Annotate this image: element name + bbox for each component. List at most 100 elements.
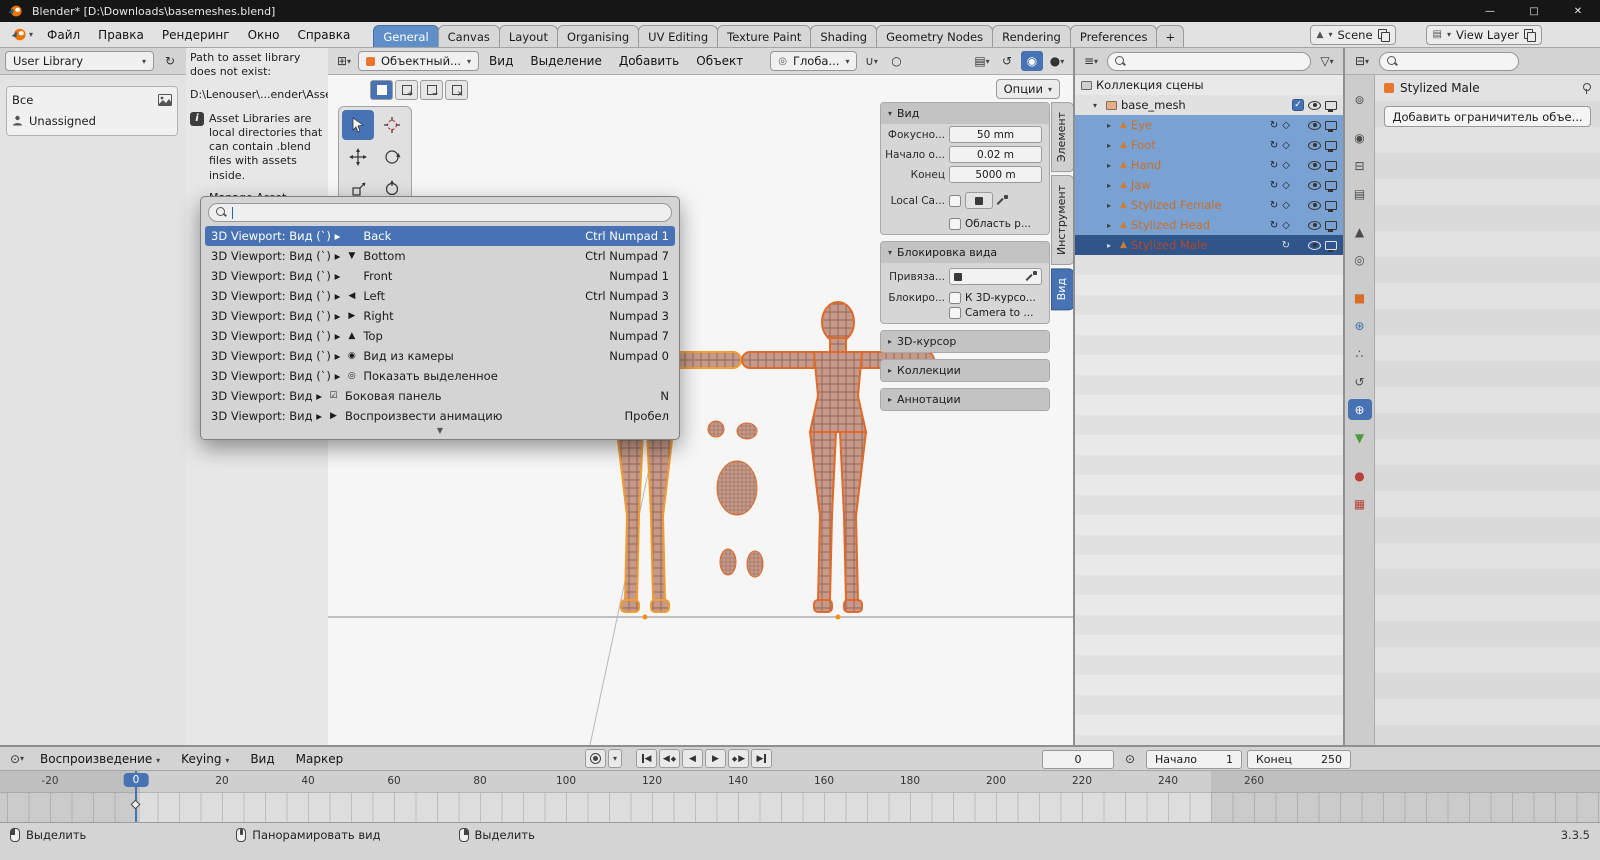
local-camera-checkbox[interactable] bbox=[949, 194, 961, 207]
clip-end-field[interactable]: 5000 m bbox=[949, 166, 1042, 183]
menu-edit[interactable]: Правка bbox=[89, 25, 153, 45]
workspace-tab-texture-paint[interactable]: Texture Paint bbox=[717, 25, 812, 47]
add-workspace-button[interactable]: + bbox=[1156, 25, 1185, 47]
eyedropper-icon[interactable] bbox=[1026, 271, 1037, 282]
auto-keying-button[interactable] bbox=[585, 749, 606, 768]
outliner-object-row-stylized-male[interactable]: ▸ ▲ Stylized Male ↻ bbox=[1075, 235, 1343, 255]
view-layer-selector[interactable]: ▤ ▾ View Layer bbox=[1425, 24, 1542, 45]
expand-icon[interactable]: ▸ bbox=[1107, 141, 1116, 150]
keying-set-dropdown[interactable]: ▾ bbox=[608, 749, 622, 768]
search-result-back[interactable]: 3D Viewport: Вид (`) ▸ Back Ctrl Numpad … bbox=[205, 226, 675, 246]
camera-to-view-checkbox[interactable] bbox=[949, 307, 961, 319]
mesh-foot[interactable] bbox=[746, 550, 764, 578]
scene-selector[interactable]: ▲ ▾ Scene bbox=[1309, 24, 1396, 45]
panel-3d-cursor-header[interactable]: ▸ 3D-курсор bbox=[881, 331, 1049, 352]
outliner-object-row-stylized-female[interactable]: ▸ ▲ Stylized Female ↻ ◇ bbox=[1075, 195, 1343, 215]
viewport-menu-add[interactable]: Добавить bbox=[612, 51, 686, 71]
frame-start-field[interactable]: Начало 1 bbox=[1146, 749, 1242, 769]
panel-annotations-header[interactable]: ▸ Аннотации bbox=[881, 389, 1049, 410]
expand-icon[interactable]: ▸ bbox=[1107, 181, 1116, 190]
hide-in-viewport-icon[interactable] bbox=[1308, 200, 1321, 210]
properties-tab-physics[interactable]: ↺ bbox=[1348, 371, 1372, 392]
search-result-bottom[interactable]: 3D Viewport: Вид (`) ▸ ▼ Bottom Ctrl Num… bbox=[203, 246, 677, 266]
search-result-play-animation[interactable]: 3D Viewport: Вид ▸ ▶ Воспроизвести анима… bbox=[203, 406, 677, 426]
properties-tab-object[interactable]: ■ bbox=[1348, 287, 1372, 308]
disable-in-viewports-icon[interactable] bbox=[1325, 220, 1337, 232]
timeline-body[interactable]: -20 0 20 40 60 80 100 120 140 160 180 20… bbox=[0, 771, 1600, 823]
catalog-item-unassigned[interactable]: Unassigned bbox=[12, 110, 172, 131]
mesh-jaw[interactable] bbox=[736, 422, 758, 440]
workspace-tab-uv-editing[interactable]: UV Editing bbox=[638, 25, 719, 47]
sidebar-tab-view[interactable]: Вид bbox=[1051, 268, 1073, 311]
playback-menu[interactable]: Воспроизведение ▾ bbox=[31, 749, 169, 769]
outliner-object-row-hand[interactable]: ▸ ▲ Hand ↻ ◇ bbox=[1075, 155, 1343, 175]
menu-help[interactable]: Справка bbox=[288, 25, 359, 45]
panel-view-header[interactable]: ▾ Вид bbox=[881, 103, 1049, 124]
select-mode-subtract-button[interactable] bbox=[420, 80, 443, 100]
options-dropdown[interactable]: Опции ▾ bbox=[995, 79, 1060, 99]
play-reverse-button[interactable]: ◀ bbox=[682, 749, 703, 768]
popup-search-input[interactable] bbox=[237, 206, 664, 219]
expand-icon[interactable]: ▾ bbox=[1093, 101, 1102, 110]
sidebar-tab-tool[interactable]: Инструмент bbox=[1051, 175, 1073, 266]
properties-tab-world[interactable]: ◎ bbox=[1348, 249, 1372, 270]
preview-range-clock-icon[interactable]: ⊙ bbox=[1119, 749, 1141, 769]
mesh-eye[interactable] bbox=[707, 420, 725, 438]
properties-search[interactable] bbox=[1379, 51, 1519, 71]
mesh-stylized-head[interactable] bbox=[716, 460, 758, 516]
workspace-tab-shading[interactable]: Shading bbox=[810, 25, 878, 47]
xray-toggle-icon[interactable]: ◉ bbox=[1021, 51, 1043, 71]
outliner-search[interactable] bbox=[1107, 51, 1311, 71]
mode-select[interactable]: Объектный... ▾ bbox=[358, 51, 480, 71]
catalog-item-all[interactable]: Все bbox=[12, 89, 172, 110]
search-result-frame-selected[interactable]: 3D Viewport: Вид (`) ▸ ◎ Показать выделе… bbox=[203, 366, 677, 386]
maximize-button[interactable]: □ bbox=[1512, 0, 1556, 22]
search-result-sidebar[interactable]: 3D Viewport: Вид ▸ ☑ Боковая панель N bbox=[203, 386, 677, 406]
render-region-checkbox[interactable] bbox=[949, 218, 961, 230]
next-keyframe-button[interactable]: ◆ ▶ bbox=[728, 749, 749, 768]
outliner-object-row-foot[interactable]: ▸ ▲ Foot ↻ ◇ bbox=[1075, 135, 1343, 155]
outliner-object-row-eye[interactable]: ▸ ▲ Eye ↻ ◇ bbox=[1075, 115, 1343, 135]
select-mode-extend-button[interactable] bbox=[395, 80, 418, 100]
workspace-tab-canvas[interactable]: Canvas bbox=[437, 25, 500, 47]
editor-type-button[interactable]: ⊙ ▾ bbox=[6, 749, 28, 769]
editor-type-button[interactable]: ⊟ ▾ bbox=[1351, 51, 1373, 71]
hide-in-viewport-icon[interactable] bbox=[1308, 100, 1321, 110]
properties-tab-modifiers[interactable]: ⊛ bbox=[1348, 315, 1372, 336]
proportional-editing-icon[interactable]: ○ bbox=[885, 51, 907, 71]
expand-icon[interactable]: ▸ bbox=[1107, 221, 1116, 230]
expand-icon[interactable]: ▸ bbox=[1107, 201, 1116, 210]
workspace-tab-rendering[interactable]: Rendering bbox=[992, 25, 1071, 47]
disable-in-viewports-icon[interactable] bbox=[1325, 100, 1337, 112]
workspace-tab-layout[interactable]: Layout bbox=[498, 25, 558, 47]
properties-tab-constraints[interactable]: ⊕ bbox=[1347, 399, 1372, 420]
editor-type-button[interactable]: ⊞ ▾ bbox=[333, 51, 355, 71]
outliner-search-input[interactable] bbox=[1131, 54, 1303, 68]
refresh-library-button[interactable]: ↻ bbox=[159, 51, 181, 71]
search-result-camera-view[interactable]: 3D Viewport: Вид (`) ▸ ◉ Вид из камеры N… bbox=[203, 346, 677, 366]
search-result-top[interactable]: 3D Viewport: Вид (`) ▸ ▲ Top Numpad 7 bbox=[203, 326, 677, 346]
workspace-tab-general[interactable]: General bbox=[373, 25, 439, 47]
search-result-front[interactable]: 3D Viewport: Вид (`) ▸ Front Numpad 1 bbox=[203, 266, 677, 286]
pin-icon[interactable] bbox=[1581, 82, 1591, 94]
menu-window[interactable]: Окно bbox=[239, 25, 289, 45]
workspace-tab-preferences[interactable]: Preferences bbox=[1069, 25, 1158, 47]
menu-file[interactable]: Файл bbox=[38, 25, 89, 45]
editor-type-button[interactable]: ≡ ▾ bbox=[1080, 51, 1102, 71]
timeline-marker-menu[interactable]: Маркер bbox=[287, 749, 353, 769]
play-button[interactable]: ▶ bbox=[705, 749, 726, 768]
search-result-left[interactable]: 3D Viewport: Вид (`) ▸ ◀ Left Ctrl Numpa… bbox=[203, 286, 677, 306]
previous-keyframe-button[interactable]: ◀ ◆ bbox=[659, 749, 680, 768]
hide-in-viewport-icon[interactable] bbox=[1308, 140, 1321, 150]
transform-orientation-select[interactable]: ◎ Глоба... ▾ bbox=[770, 51, 858, 71]
select-mode-new-button[interactable] bbox=[370, 80, 393, 100]
frame-end-field[interactable]: Конец 250 bbox=[1247, 749, 1351, 769]
properties-tab-object-data[interactable]: ▼ bbox=[1348, 427, 1372, 448]
properties-tab-output[interactable]: ⊟ bbox=[1348, 155, 1372, 176]
hide-in-viewport-icon[interactable] bbox=[1308, 120, 1321, 130]
select-mode-invert-button[interactable] bbox=[445, 80, 468, 100]
minimize-button[interactable]: — bbox=[1468, 0, 1512, 22]
gizmos-icon[interactable]: ↺ bbox=[996, 51, 1018, 71]
disable-in-viewports-icon[interactable] bbox=[1325, 140, 1337, 152]
viewport-menu-select[interactable]: Выделение bbox=[523, 51, 608, 71]
